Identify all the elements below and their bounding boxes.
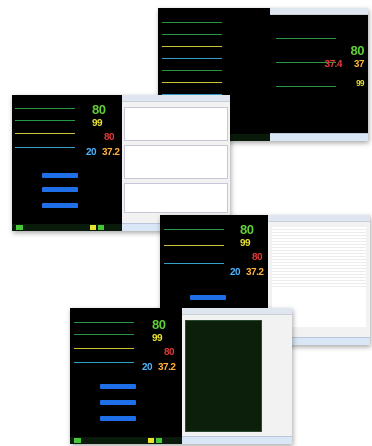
alarm-bar[interactable] [42, 203, 78, 208]
alarm-bar[interactable] [42, 173, 78, 178]
status-indicator [98, 225, 104, 230]
waveform-review-grid [185, 320, 262, 432]
report-footer [270, 133, 368, 141]
pleth-waveform [164, 245, 224, 246]
report-toolbar[interactable] [182, 308, 292, 315]
ecg-waveform [162, 22, 222, 23]
resp-waveform [162, 58, 222, 59]
alarm-bar[interactable] [100, 400, 136, 405]
ecg-waveform [162, 70, 222, 71]
ecg-waveform [74, 322, 134, 323]
pleth-waveform [162, 82, 222, 83]
temp-value: 37.2 [158, 362, 176, 373]
report-toolbar[interactable] [122, 95, 230, 102]
waveform-review-panel [182, 308, 292, 444]
hr-value: 80 [152, 317, 166, 332]
spo2-value: 99 [356, 79, 364, 88]
report-panel: 80 37.4 37 99 [270, 8, 368, 141]
trend-graph [124, 145, 228, 179]
monitor-screenshot-bottom: 80 99 80 20 37.2 [70, 308, 292, 444]
nibp-value: 80 [252, 252, 263, 263]
status-indicator [90, 225, 96, 230]
temp-value: 37.2 [246, 267, 264, 278]
trend-graph-panel [122, 95, 230, 231]
ecg-waveform [15, 108, 75, 109]
trend-line [276, 86, 336, 87]
resp-waveform [15, 147, 75, 148]
temp-value: 37.2 [102, 147, 120, 158]
status-indicator [74, 438, 81, 443]
status-bar [70, 437, 182, 444]
trend-graph [124, 183, 228, 213]
pleth-waveform [74, 348, 134, 349]
status-indicator [16, 225, 23, 230]
spo2-value: 99 [240, 238, 251, 249]
alarm-bar[interactable] [190, 295, 226, 300]
report-toolbar[interactable] [268, 215, 370, 222]
status-indicator [148, 438, 154, 443]
nibp-value: 80 [104, 132, 115, 143]
table-row[interactable] [272, 284, 366, 287]
vitals-area: 80 99 80 20 37.2 [70, 308, 182, 444]
nibp-value: 80 [164, 347, 175, 358]
report-footer [182, 436, 292, 444]
side-value-a: 37.4 [324, 59, 343, 70]
alarm-bar[interactable] [42, 187, 78, 192]
alarm-bar[interactable] [100, 416, 136, 421]
spo2-value: 99 [92, 118, 103, 129]
monitor-screenshot-second: 80 99 80 20 37.2 [12, 95, 230, 231]
pleth-waveform [162, 46, 222, 47]
resp-waveform [74, 362, 134, 363]
report-toolbar[interactable] [270, 8, 368, 15]
status-bar [12, 224, 122, 231]
resp-waveform [164, 263, 224, 264]
ecg-waveform [74, 334, 134, 335]
side-value-b: 37 [353, 59, 365, 70]
hr-value: 80 [240, 222, 254, 237]
alarm-bar[interactable] [100, 384, 136, 389]
resp-value: 20 [86, 147, 97, 158]
hr-value: 80 [350, 43, 365, 58]
resp-value: 20 [142, 362, 153, 373]
resp-value: 20 [230, 267, 241, 278]
pleth-waveform [15, 133, 75, 134]
ecg-waveform [15, 120, 75, 121]
trend-graph [124, 107, 228, 141]
spo2-value: 99 [152, 333, 163, 344]
hr-value: 80 [92, 102, 106, 117]
ecg-waveform [164, 229, 224, 230]
status-indicator [156, 438, 162, 443]
ecg-waveform [162, 34, 222, 35]
vitals-area: 80 99 80 20 37.2 [12, 95, 122, 231]
trend-line [276, 38, 336, 39]
